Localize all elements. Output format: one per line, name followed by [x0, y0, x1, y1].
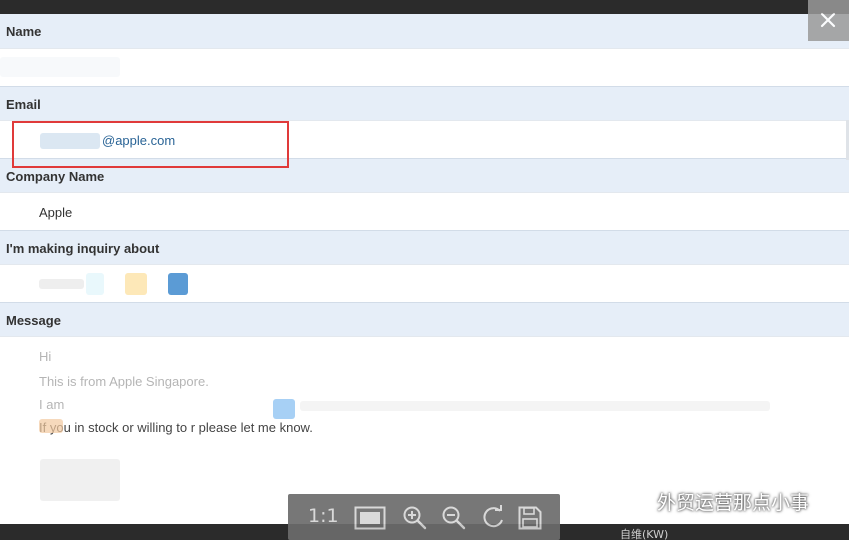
message-line-3: I am [39, 397, 65, 412]
message-redaction-2 [300, 401, 770, 411]
company-label: Company Name [6, 169, 105, 184]
name-field-value [0, 48, 849, 86]
email-field-header: Email [0, 86, 849, 120]
inquiry-field-value [0, 264, 849, 302]
message-line-1: Hi [39, 349, 52, 364]
inquiry-label: I'm making inquiry about [6, 241, 160, 256]
taskbar-peek-text: 自维(KW) [620, 528, 669, 541]
name-label: Name [6, 24, 42, 39]
company-field-value: Apple [0, 192, 849, 230]
email-highlight-box [12, 121, 289, 168]
message-label: Message [6, 313, 61, 328]
rotate-button[interactable] [481, 505, 509, 531]
message-redaction-3 [39, 419, 63, 433]
viewer-top-bar [0, 0, 849, 14]
message-line-4: If you in stock or willing to r please l… [39, 420, 313, 435]
inquiry-form: Name Email @apple.com Company Name Apple… [0, 14, 849, 524]
message-field-header: Message [0, 302, 849, 336]
actual-size-button[interactable]: 1:1 [308, 505, 342, 531]
actual-size-label: 1:1 [308, 505, 339, 527]
wechat-icon [616, 492, 644, 514]
email-label: Email [6, 97, 41, 112]
fit-screen-icon [354, 506, 386, 530]
save-icon [518, 506, 542, 530]
zoom-out-icon [442, 506, 466, 530]
save-button[interactable] [518, 505, 546, 531]
inquiry-redaction-1 [86, 273, 104, 295]
company-value: Apple [39, 205, 73, 220]
name-field-header: Name [0, 14, 849, 48]
message-redaction-4 [40, 459, 120, 501]
zoom-out-button[interactable] [441, 505, 469, 531]
inquiry-redaction-text [39, 279, 84, 289]
zoom-in-button[interactable] [402, 505, 430, 531]
image-viewer-toolbar: 1:1 [288, 494, 560, 540]
close-button[interactable] [808, 0, 849, 41]
rotate-icon [483, 505, 503, 528]
fit-screen-button[interactable] [354, 505, 386, 531]
zoom-in-icon [403, 506, 427, 530]
wechat-watermark: 外贸运营那点小事 [615, 488, 809, 518]
inquiry-redaction-2 [125, 273, 147, 295]
inquiry-field-header: I'm making inquiry about [0, 230, 849, 264]
watermark-text: 外贸运营那点小事 [657, 492, 810, 514]
name-redaction [0, 57, 120, 77]
close-icon [820, 12, 836, 28]
message-line-2: This is from Apple Singapore. [39, 374, 209, 389]
message-redaction-1 [273, 399, 295, 419]
inquiry-redaction-3 [168, 273, 188, 295]
